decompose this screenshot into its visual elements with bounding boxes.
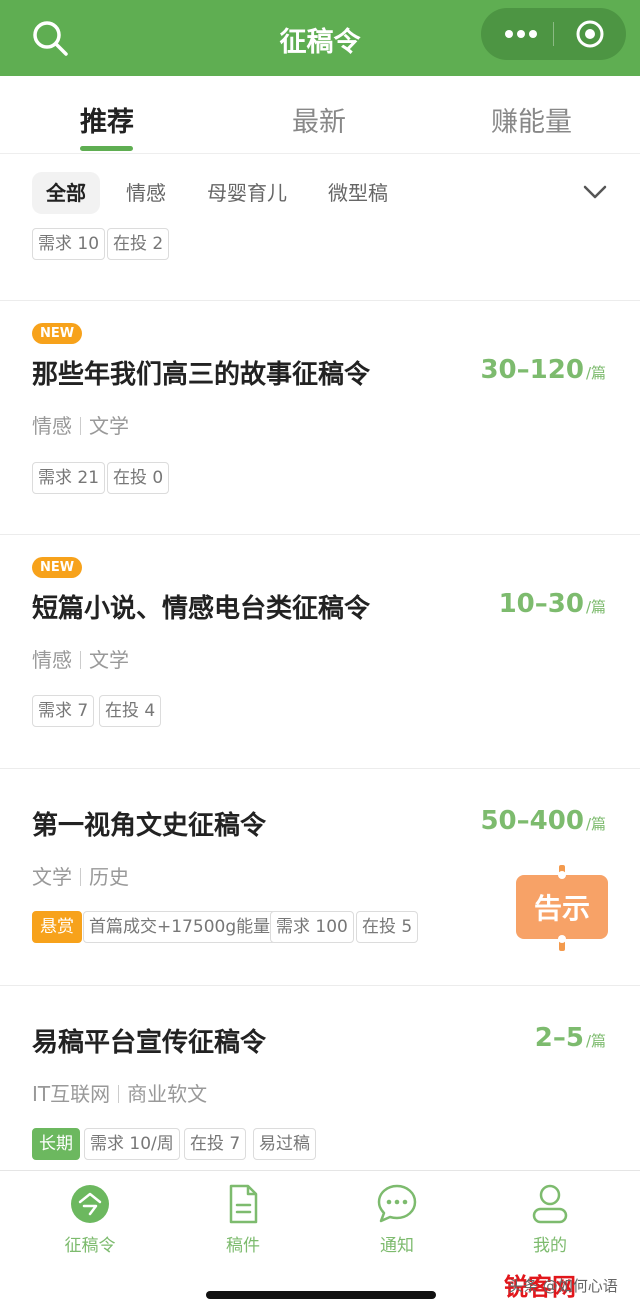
nav-label: 通知 (380, 1236, 414, 1256)
card-divider (0, 985, 640, 986)
mini-program-capsule (481, 8, 626, 60)
top-bar: 征稿令 (0, 0, 640, 76)
nav-item-manuscripts[interactable]: 稿件 (193, 1183, 293, 1256)
document-icon (229, 1184, 258, 1224)
chevron-down-icon[interactable] (582, 182, 608, 202)
more-dots-icon[interactable] (501, 24, 541, 44)
watermark-author: 头条 @如何心语 (508, 1277, 618, 1295)
card-divider (0, 768, 640, 769)
submitted-tag: 在投 5 (356, 911, 419, 943)
easy-pass-tag: 易过稿 (253, 1128, 316, 1160)
notice-board-icon[interactable]: 告示 (516, 865, 608, 951)
filter-chip-emotion[interactable]: 情感 (126, 172, 166, 214)
tab-bar: 推荐 最新 赚能量 (0, 76, 640, 154)
nav-label: 稿件 (226, 1236, 260, 1256)
category-labels: IT互联网 商业软文 (32, 1082, 208, 1106)
filter-chip-micro[interactable]: 微型稿 (328, 172, 388, 214)
target-circle-icon[interactable] (575, 19, 605, 49)
capsule-divider (553, 22, 554, 46)
app-root: 征稿令 推荐 最新 赚能量 全部 情感 母婴育儿 微型稿 需求 10 在投 2 … (0, 0, 640, 1311)
new-badge: NEW (32, 557, 83, 578)
filter-chip-parenting[interactable]: 母婴育儿 (207, 172, 287, 214)
card-divider (0, 300, 640, 301)
reward-badge: 悬赏 (32, 911, 82, 943)
reward-text-tag: 首篇成交+17500g能量 (83, 911, 277, 943)
demand-tag: 需求 7 (32, 695, 95, 727)
demand-tag: 需求 10/周 (84, 1128, 180, 1160)
category-labels: 情感 文学 (32, 414, 129, 438)
category-filter-bar: 全部 情感 母婴育儿 微型稿 (0, 154, 640, 230)
tab-indicator (80, 146, 133, 151)
category-labels: 文学 历史 (32, 865, 129, 889)
demand-tag: 需求 10 (32, 228, 106, 260)
price: 10–30/篇 (498, 589, 606, 619)
nav-label: 我的 (533, 1236, 567, 1256)
price: 30–120/篇 (480, 355, 606, 385)
submitted-tag: 在投 0 (107, 462, 170, 494)
card-title: 易稿平台宣传征稿令 (32, 1028, 267, 1058)
nav-label: 征稿令 (64, 1236, 116, 1256)
tab-earn-energy[interactable]: 赚能量 (491, 100, 572, 139)
nav-item-notifications[interactable]: 通知 (347, 1183, 447, 1256)
notice-badge-text: 告示 (534, 892, 590, 925)
nav-item-calls[interactable]: 征稿令 (40, 1183, 140, 1256)
price: 50–400/篇 (480, 806, 606, 836)
submitted-tag: 在投 7 (184, 1128, 247, 1160)
nav-item-mine[interactable]: 我的 (500, 1183, 600, 1256)
card-title: 那些年我们高三的故事征稿令 (32, 360, 371, 390)
demand-tag: 需求 21 (32, 462, 106, 494)
new-badge: NEW (32, 323, 83, 344)
filter-chip-all[interactable]: 全部 (32, 172, 100, 214)
demand-tag: 需求 100 (270, 911, 354, 943)
category-labels: 情感 文学 (32, 648, 129, 672)
card-title: 短篇小说、情感电台类征稿令 (32, 594, 371, 624)
price: 2–5/篇 (534, 1023, 606, 1053)
bottom-navigation: 征稿令 稿件 通知 我的 锐客网 头条 @如何心语 (0, 1170, 640, 1311)
home-indicator (206, 1291, 436, 1299)
card-title: 第一视角文史征稿令 (32, 811, 267, 841)
chat-bubble-icon (377, 1184, 417, 1223)
submitted-tag: 在投 4 (99, 695, 162, 727)
submitted-tag: 在投 2 (107, 228, 170, 260)
tab-latest[interactable]: 最新 (292, 100, 346, 139)
tab-recommend[interactable]: 推荐 (80, 100, 134, 139)
longterm-badge: 长期 (32, 1128, 80, 1160)
call-for-papers-icon (71, 1185, 109, 1223)
user-icon (532, 1184, 568, 1224)
card-divider (0, 534, 640, 535)
